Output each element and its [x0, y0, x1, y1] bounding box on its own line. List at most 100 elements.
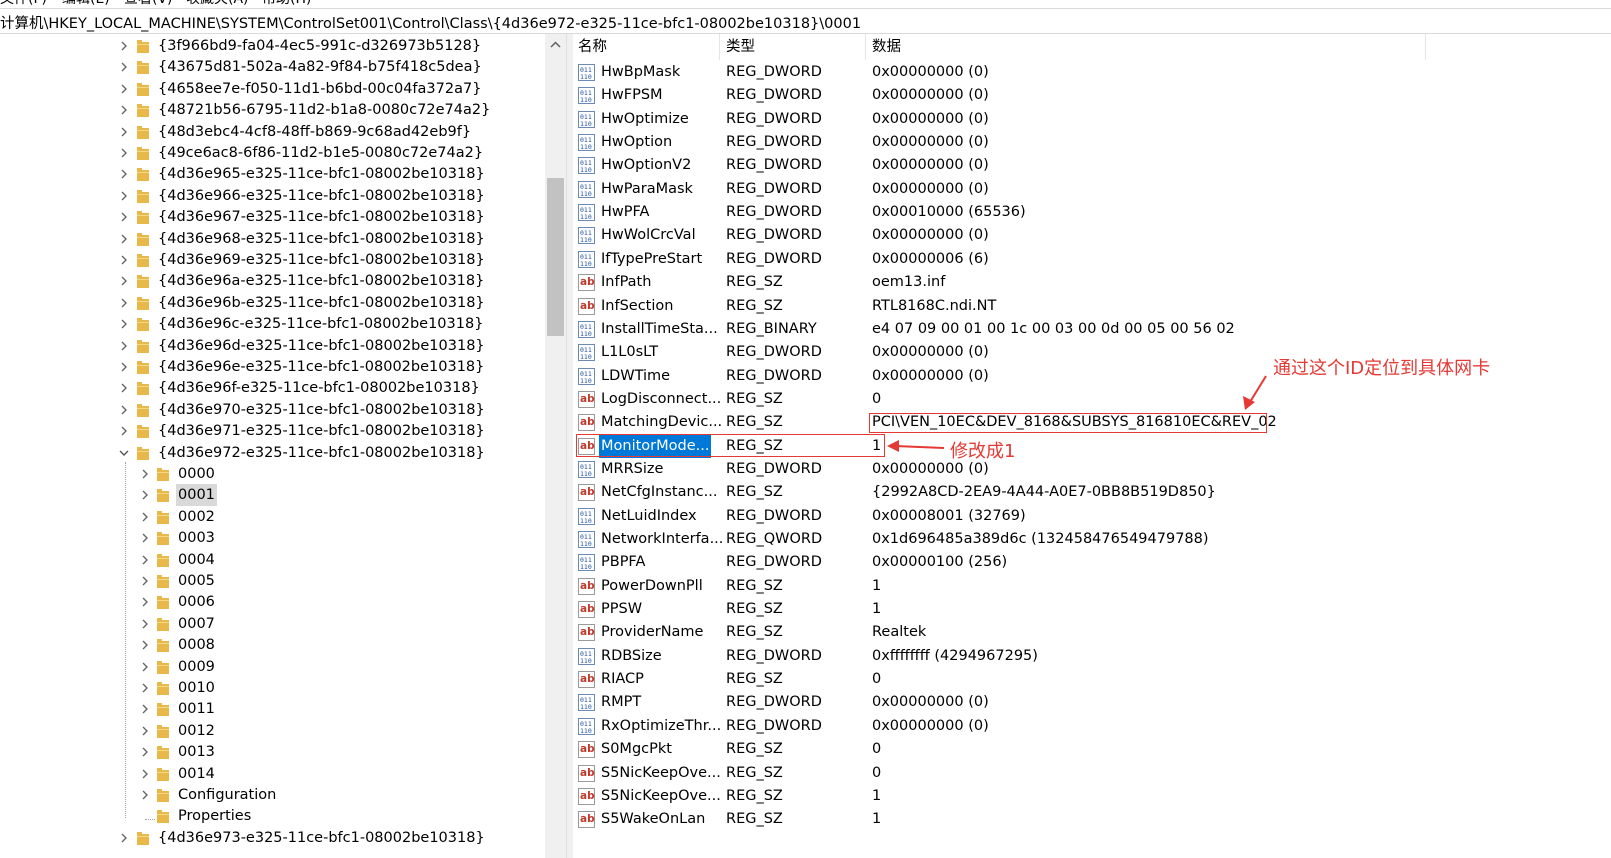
chevron-right-icon[interactable]	[138, 463, 152, 485]
tree-item[interactable]: {4d36e969-e325-11ce-bfc1-08002be10318}	[0, 249, 545, 271]
value-row[interactable]: ab S0MgcPkt REG_SZ 0	[572, 738, 1611, 761]
tree-item[interactable]: {4d36e973-e325-11ce-bfc1-08002be10318}	[0, 827, 545, 849]
menu-edit[interactable]: 编辑(E)	[62, 0, 110, 8]
tree-item[interactable]: {4d36e967-e325-11ce-bfc1-08002be10318}	[0, 206, 545, 228]
address-bar[interactable]: 计算机\HKEY_LOCAL_MACHINE\SYSTEM\ControlSet…	[0, 8, 1611, 34]
tree-item[interactable]: {4d36e96e-e325-11ce-bfc1-08002be10318}	[0, 356, 545, 378]
chevron-right-icon[interactable]	[138, 677, 152, 699]
tree-item[interactable]: 0007	[0, 613, 545, 635]
value-row[interactable]: 011 110 HwWolCrcVal REG_DWORD 0x00000000 (0)	[572, 224, 1611, 247]
value-row[interactable]: 011 110 InstallTimeSta... REG_BINARY e4 07 0…	[572, 318, 1611, 341]
column-header-data[interactable]: 数据	[866, 34, 1426, 60]
value-row[interactable]: 011 110 RxOptimizeThr... REG_DWORD 0x0000000…	[572, 715, 1611, 738]
value-row[interactable]: ab InfPath REG_SZ oem13.inf	[572, 271, 1611, 294]
chevron-right-icon[interactable]	[138, 613, 152, 635]
menu-view[interactable]: 查看(V)	[124, 0, 173, 8]
tree-item[interactable]: 0012	[0, 720, 545, 742]
tree-item[interactable]: 0013	[0, 741, 545, 763]
chevron-right-icon[interactable]	[117, 827, 131, 849]
tree-item[interactable]: 0011	[0, 698, 545, 720]
value-row[interactable]: 011 110 HwParaMask REG_DWORD 0x00000000 (0)	[572, 178, 1611, 201]
value-row[interactable]: 011 110 MRRSize REG_DWORD 0x00000000 (0)	[572, 458, 1611, 481]
chevron-right-icon[interactable]	[117, 270, 131, 292]
tree-item[interactable]: 0002	[0, 506, 545, 528]
tree-item[interactable]: {4d36e971-e325-11ce-bfc1-08002be10318}	[0, 420, 545, 442]
tree-item[interactable]: 0000	[0, 463, 545, 485]
value-row[interactable]: ab S5WakeOnLan REG_SZ 1	[572, 808, 1611, 831]
tree-item[interactable]: Properties	[0, 805, 545, 827]
chevron-right-icon[interactable]	[138, 763, 152, 785]
chevron-right-icon[interactable]	[117, 377, 131, 399]
tree-item[interactable]: {43675d81-502a-4a82-9f84-b75f418c5dea}	[0, 56, 545, 78]
value-row[interactable]: ab PPSW REG_SZ 1	[572, 598, 1611, 621]
chevron-down-icon[interactable]	[117, 442, 131, 464]
value-row[interactable]: ab S5NicKeepOve... REG_SZ 0	[572, 762, 1611, 785]
chevron-right-icon[interactable]	[138, 720, 152, 742]
tree-item[interactable]: 0006	[0, 591, 545, 613]
tree-item[interactable]: {49ce6ac8-6f86-11d2-b1e5-0080c72e74a2}	[0, 142, 545, 164]
chevron-right-icon[interactable]	[117, 163, 131, 185]
chevron-right-icon[interactable]	[117, 249, 131, 271]
chevron-right-icon[interactable]	[117, 292, 131, 314]
value-row[interactable]: 011 110 NetLuidIndex REG_DWORD 0x00008001 (3…	[572, 505, 1611, 528]
value-row[interactable]: 011 110 HwOptimize REG_DWORD 0x00000000 (0)	[572, 108, 1611, 131]
tree-item[interactable]: 0009	[0, 656, 545, 678]
chevron-right-icon[interactable]	[138, 591, 152, 613]
value-row[interactable]: 011 110 HwOption REG_DWORD 0x00000000 (0)	[572, 131, 1611, 154]
value-row[interactable]: 011 110 RMPT REG_DWORD 0x00000000 (0)	[572, 691, 1611, 714]
address-path[interactable]: 计算机\HKEY_LOCAL_MACHINE\SYSTEM\ControlSet…	[0, 12, 861, 33]
tree-item[interactable]: {4658ee7e-f050-11d1-b6bd-00c04fa372a7}	[0, 78, 545, 100]
chevron-right-icon[interactable]	[117, 335, 131, 357]
value-row[interactable]: 011 110 NetworkInterfa... REG_QWORD 0x1d6964…	[572, 528, 1611, 551]
value-row[interactable]: 011 110 PBPFA REG_DWORD 0x00000100 (256)	[572, 551, 1611, 574]
value-row[interactable]: 011 110 RDBSize REG_DWORD 0xffffffff (429496…	[572, 645, 1611, 668]
value-row[interactable]: ab S5NicKeepOve... REG_SZ 1	[572, 785, 1611, 808]
chevron-right-icon[interactable]	[138, 656, 152, 678]
chevron-right-icon[interactable]	[117, 35, 131, 57]
tree-item[interactable]: {4d36e968-e325-11ce-bfc1-08002be10318}	[0, 228, 545, 250]
chevron-right-icon[interactable]	[138, 741, 152, 763]
scroll-thumb[interactable]	[547, 178, 564, 336]
chevron-right-icon[interactable]	[117, 228, 131, 250]
tree-item[interactable]: 0001	[0, 484, 545, 506]
tree-item[interactable]: 0014	[0, 763, 545, 785]
tree-item[interactable]: {4d36e972-e325-11ce-bfc1-08002be10318}	[0, 442, 545, 464]
chevron-right-icon[interactable]	[117, 420, 131, 442]
value-row[interactable]: 011 110 IfTypePreStart REG_DWORD 0x00000006 …	[572, 248, 1611, 271]
menu-help[interactable]: 帮助(H)	[262, 0, 311, 8]
value-row[interactable]: 011 110 HwOptionV2 REG_DWORD 0x00000000 (0)	[572, 154, 1611, 177]
chevron-right-icon[interactable]	[117, 206, 131, 228]
tree-scrollbar[interactable]	[545, 34, 566, 858]
value-row[interactable]: ab ProviderName REG_SZ Realtek	[572, 621, 1611, 644]
tree-item[interactable]: {4d36e96b-e325-11ce-bfc1-08002be10318}	[0, 292, 545, 314]
chevron-right-icon[interactable]	[138, 484, 152, 506]
tree-item[interactable]: {4d36e970-e325-11ce-bfc1-08002be10318}	[0, 399, 545, 421]
tree-item[interactable]: {4d36e96f-e325-11ce-bfc1-08002be10318}	[0, 377, 545, 399]
tree-item[interactable]: {4d36e96a-e325-11ce-bfc1-08002be10318}	[0, 270, 545, 292]
chevron-right-icon[interactable]	[117, 356, 131, 378]
tree-item[interactable]: 0003	[0, 527, 545, 549]
tree-item[interactable]: {4d36e966-e325-11ce-bfc1-08002be10318}	[0, 185, 545, 207]
value-row[interactable]: ab InfSection REG_SZ RTL8168C.ndi.NT	[572, 295, 1611, 318]
chevron-right-icon[interactable]	[117, 121, 131, 143]
chevron-right-icon[interactable]	[117, 399, 131, 421]
chevron-right-icon[interactable]	[138, 698, 152, 720]
tree-item[interactable]: {4d36e965-e325-11ce-bfc1-08002be10318}	[0, 163, 545, 185]
chevron-right-icon[interactable]	[138, 506, 152, 528]
scroll-up-button[interactable]	[545, 34, 566, 56]
chevron-right-icon[interactable]	[117, 185, 131, 207]
chevron-right-icon[interactable]	[117, 99, 131, 121]
value-row[interactable]: ab PowerDownPll REG_SZ 1	[572, 575, 1611, 598]
value-row[interactable]: ab NetCfgInstanc... REG_SZ {2992A8CD-2EA9-4…	[572, 481, 1611, 504]
column-header-type[interactable]: 类型	[720, 34, 866, 60]
value-row[interactable]: ab LogDisconnect... REG_SZ 0	[572, 388, 1611, 411]
chevron-right-icon[interactable]	[138, 549, 152, 571]
value-row[interactable]: 011 110 HwFPSM REG_DWORD 0x00000000 (0)	[572, 84, 1611, 107]
menu-file[interactable]: 文件(F)	[0, 0, 47, 8]
menu-favorites[interactable]: 收藏夹(A)	[186, 0, 249, 8]
chevron-right-icon[interactable]	[138, 634, 152, 656]
tree-item[interactable]: {48d3ebc4-4cf8-48ff-b869-9c68ad42eb9f}	[0, 121, 545, 143]
tree-item[interactable]: 0004	[0, 549, 545, 571]
chevron-right-icon[interactable]	[117, 78, 131, 100]
tree-item[interactable]: {4d36e96d-e325-11ce-bfc1-08002be10318}	[0, 335, 545, 357]
